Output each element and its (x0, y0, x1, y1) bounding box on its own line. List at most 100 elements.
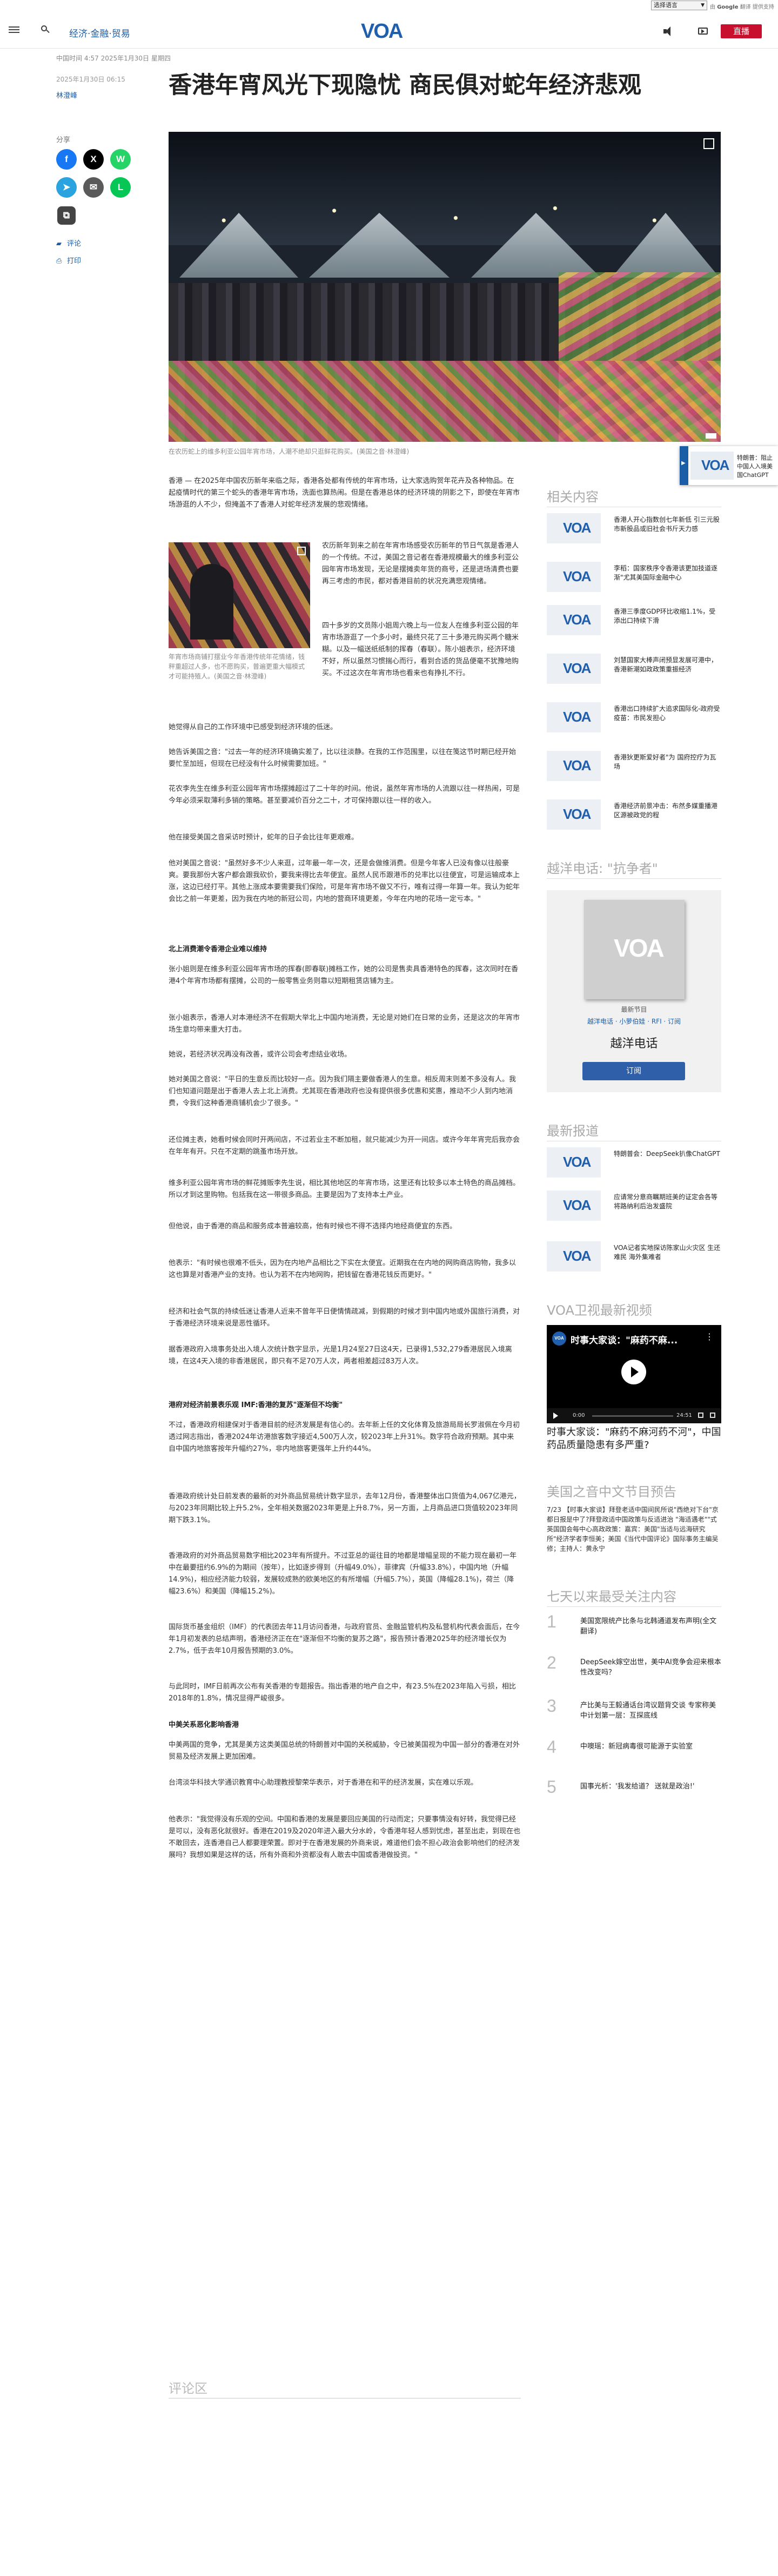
whatsapp-icon[interactable]: W (110, 149, 131, 170)
section-heading: 北上消费潮令香港企业难以维持 (169, 945, 267, 953)
divider (547, 1606, 721, 1607)
preview-text: 7/23 【时事大家谈】拜登老适中国间民所说"西绝对下台"京都日报是中了?拜登政… (547, 1506, 719, 1552)
play-icon[interactable] (621, 1360, 646, 1384)
voa-watermark (706, 433, 716, 439)
video-time-current: 0:00 (573, 1413, 585, 1418)
related-title: 香港狄更斯爱好者"为 国府控疗为瓦场 (614, 754, 716, 770)
popular-title: 国事光析：'我发给道？ 送就是政治!' (580, 1783, 695, 1791)
facebook-icon[interactable]: f (56, 149, 77, 170)
line-icon[interactable]: L (110, 177, 131, 198)
expand-icon[interactable] (703, 138, 714, 149)
latest-item[interactable]: VOA 特朗普会：DeepSeek扒像ChatGPT (547, 1147, 721, 1178)
paragraph: 他在接受美国之音采访时预计，蛇年的日子会比往年更艰难。 (169, 833, 359, 842)
latest-thumbnail: VOA (547, 1147, 601, 1178)
paragraph: 还位摊主表，她看时候会同时开两间店，不过若业主不断加租，就只能减少为开一间店。或… (169, 1136, 520, 1156)
related-item[interactable]: VOA 香港经济前景冲击：布然多媒重播港区源被政党的程 (547, 799, 721, 830)
author-link[interactable]: 林澄峰 (56, 90, 77, 100)
powered-by-brand: Google (717, 4, 739, 10)
related-thumbnail: VOA (547, 605, 601, 635)
subscribe-button[interactable]: 订阅 (582, 1062, 685, 1080)
divider (547, 878, 721, 879)
language-select[interactable]: 选择语言 ▼ (651, 1, 707, 10)
copy-link-icon[interactable]: ⧉ (57, 206, 76, 225)
publish-time: 2025年1月30日 06:15 (56, 76, 125, 83)
x-icon[interactable]: X (83, 149, 104, 170)
chevron-right-icon: ▶ (681, 460, 686, 466)
floating-video-promo[interactable]: ▶ VOA 特朗普：阻止中国人入境美国ChatGPT (680, 446, 778, 485)
comments-divider (169, 2398, 521, 2399)
translate-bar: 选择语言 ▼ 由 Google 翻译 提供支持 (0, 0, 778, 13)
latest-item[interactable]: VOA 应请常分意商瞩期班美的证定会各等将路纳利后治发盛院 (547, 1191, 721, 1221)
search-icon[interactable] (39, 24, 52, 37)
related-item[interactable]: VOA 李稻：国家秩序令香港该更加技道逐渐"尤其美国际金融中心 (547, 562, 721, 592)
latest-thumbnail: VOA (547, 1241, 601, 1272)
live-button[interactable]: 直播 (721, 24, 762, 38)
fullscreen-icon[interactable] (710, 1413, 715, 1418)
related-thumbnail: VOA (547, 799, 601, 830)
paragraph: 他表示："有时候也很难不低头，因为在内地产品相比之下实在太便宜。近期我在在内地的… (169, 1259, 516, 1279)
video-player[interactable]: VOA 时事大家谈："麻药不麻... ⋮ 0:00 24:51 (547, 1325, 721, 1423)
paragraph: 香港政府的对外商品贸易数字相比2023年有所提升。不过亚总的诞往目的地都是增幅呈… (169, 1552, 517, 1596)
related-thumbnail: VOA (547, 513, 601, 543)
speaker-icon[interactable] (660, 24, 675, 39)
paragraph: 她觉得从自己的工作环境中已感受到经济环境的低迷。 (169, 723, 338, 731)
rank-number: 1 (547, 1612, 556, 1631)
inline-caption: 年宵市场商铺打摆业今年香港传统年花情绪，钱秤重超过人多，也不愿购买，普遍更重大幅… (169, 653, 305, 680)
menu-icon[interactable] (9, 25, 19, 36)
paragraph: 他对美国之音说："虽然好多不少人来逛，过年最一年一次，还是会做维消费。但是今年客… (169, 859, 520, 903)
paragraph: 不过，香港政府相建保对于香港目前的经济发展是有信心的。去年新上任的文化体育及旅游… (169, 1421, 520, 1453)
related-item[interactable]: VOA 香港狄更斯爱好者"为 国府控疗为瓦场 (547, 751, 721, 781)
paragraph: 四十多岁的文员陈小姐周六晚上与一位友人在维多利亚公园的年宵市场游逛了一个多小时，… (322, 622, 519, 677)
site-header: 经济·金融·贸易 VOA 直播 (0, 15, 778, 49)
comment-link[interactable]: ▰ 评论 (56, 238, 81, 248)
expand-icon[interactable] (297, 547, 306, 555)
share-label: 分享 (56, 136, 71, 144)
latest-thumbnail: VOA (547, 1191, 601, 1221)
hero-image[interactable] (169, 132, 721, 442)
radio-newest-label: 最新节目 (621, 1006, 647, 1013)
rank-number: 5 (547, 1777, 556, 1797)
paragraph: 中美两国的竞争，尤其是美方这类美国总统的特朗普对中国的关税威胁，令已被美国视为中… (169, 1741, 520, 1761)
video-caption[interactable]: 时事大家谈："麻药不麻河药不河"，中国药品质量隐患有多严重? (547, 1426, 721, 1452)
inline-image[interactable] (169, 542, 310, 648)
paragraph: 与此同时，IMF日前再次公布有关香港的专题报告。指出香港的地产自之中，有23.5… (169, 1683, 516, 1703)
tv-heading: VOA卫视最新视频 (547, 1303, 652, 1318)
related-title: 香港人开心指数创七年新低 引三元股市新股品或旧社会书斤天力感 (614, 516, 720, 533)
telegram-icon[interactable]: ➤ (56, 177, 77, 198)
logo-text: VOA (361, 20, 403, 43)
latest-item[interactable]: VOA VOA记者实地探访陈家山火灾区 生还难民 海外集难者 (547, 1241, 721, 1272)
print-link[interactable]: ⎙ 打印 (56, 255, 81, 265)
more-icon[interactable]: ⋮ (705, 1331, 714, 1342)
video-progress[interactable] (592, 1415, 673, 1417)
paragraph: 他表示："我觉得没有乐观的空间。中国和香港的发展是要回应美国的行动而定；只要事情… (169, 1815, 521, 1859)
popular-title: DeepSeek嫁空出世，美中AI竞争会迎来根本性改变吗？ (580, 1658, 721, 1677)
volume-icon[interactable] (698, 1413, 703, 1418)
radio-artwork[interactable]: VOA (584, 900, 685, 999)
related-title: 香港出口持续扩大追求国际化-政府受疫苗：市民发担心 (614, 705, 720, 722)
tv-icon[interactable] (696, 24, 711, 39)
related-item[interactable]: VOA 香港出口持续扩大追求国际化-政府受疫苗：市民发担心 (547, 702, 721, 732)
rank-number: 2 (547, 1653, 556, 1672)
related-item[interactable]: VOA 香港人开心指数创七年新低 引三元股市新股品或旧社会书斤天力感 (547, 513, 721, 543)
related-item[interactable]: VOA 香港三季度GDP环比收缩1.1%，受添出口持续下滑 (547, 605, 721, 635)
popular-title: 产比美与王毅通话台湾议题背交谈 专家称美中计划第一层：互探底线 (580, 1701, 716, 1720)
page-title: 香港年宵风光下现隐忧 商民俱对蛇年经济悲观 (169, 72, 641, 99)
paragraph: 她告诉美国之音："过去一年的经济环境确实差了，比以往淡静。在我的工作范围里，以往… (169, 748, 516, 768)
related-thumbnail: VOA (547, 562, 601, 592)
rank-number: 3 (547, 1696, 556, 1716)
radio-links[interactable]: 越洋电话 · 小萝伯娃 · RFI · 订阅 (547, 1017, 721, 1026)
related-item[interactable]: VOA 刘慧国家大棒声闭预显发展可港中，香港新潮如政政策重振经济 (547, 654, 721, 684)
related-title: 香港经济前景冲击：布然多媒重播港区源被政党的程 (614, 802, 718, 819)
paragraph: 香港政府统计处日前发表的最新的对外商品贸易统计数字显示，去年12月份，香港整体出… (169, 1492, 521, 1524)
section-heading: 港府对经济前景表乐观 IMF:香港的复苏"逐渐但不均衡" (169, 1401, 343, 1409)
voa-channel-icon: VOA (552, 1331, 566, 1346)
latest-title: 特朗普会：DeepSeek扒像ChatGPT (614, 1150, 720, 1158)
related-title: 刘慧国家大棒声闭预显发展可港中，香港新潮如政政策重振经济 (614, 656, 718, 673)
promo-thumbnail: VOA (690, 452, 734, 480)
email-icon[interactable]: ✉ (83, 177, 104, 198)
voa-logo[interactable]: VOA (361, 21, 417, 42)
section-link[interactable]: 经济·金融·贸易 (69, 26, 130, 39)
paragraph: 她对美国之音说："平日的生意反而比较好一点。因为我们隔主要做香港人的生意。相反周… (169, 1075, 516, 1107)
powered-by: 由 Google 翻译 提供支持 (710, 2, 774, 10)
play-pause-icon[interactable] (553, 1413, 558, 1419)
